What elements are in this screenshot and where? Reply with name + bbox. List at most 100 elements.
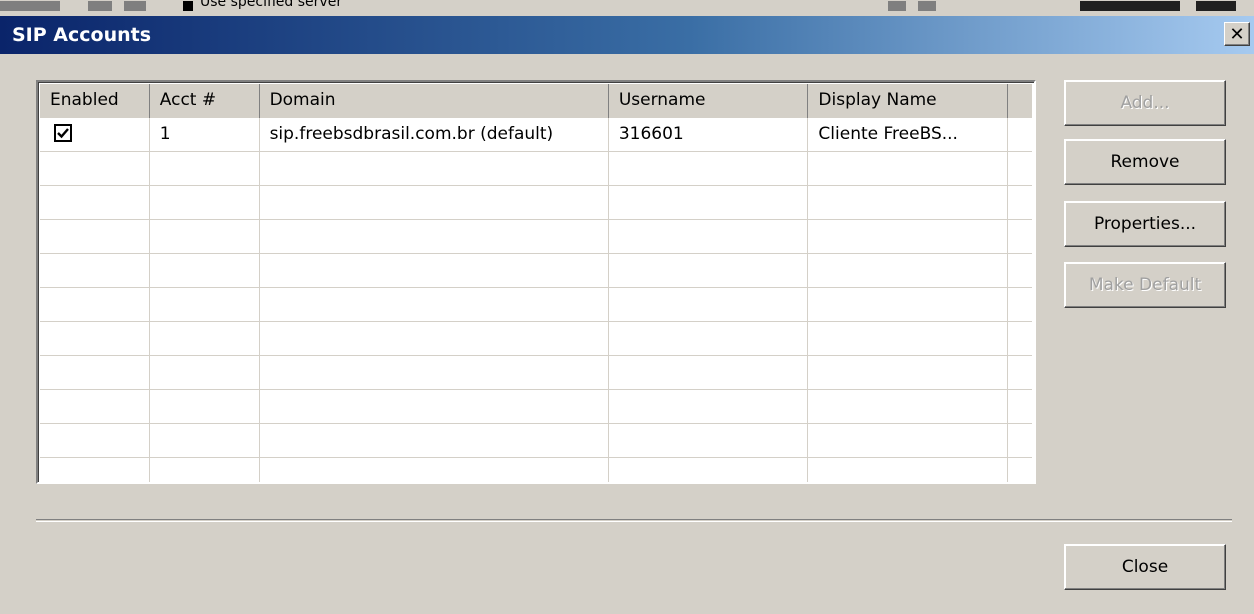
checkmark-icon — [57, 128, 69, 139]
empty-cell — [150, 390, 260, 423]
empty-cell — [1008, 356, 1032, 389]
empty-cell — [260, 356, 609, 389]
empty-cell — [808, 458, 1009, 482]
empty-cell — [808, 254, 1009, 287]
background-fragment-b — [124, 1, 146, 11]
make-default-button[interactable]: Make Default — [1064, 262, 1226, 308]
empty-cell — [260, 152, 609, 185]
empty-cell — [260, 424, 609, 457]
close-button[interactable]: Close — [1064, 544, 1226, 590]
background-window-strip: Use specified server — [0, 0, 1254, 14]
empty-cell — [40, 288, 150, 321]
empty-cell — [808, 322, 1009, 355]
column-header-username[interactable]: Username — [608, 84, 809, 118]
empty-cell — [1008, 424, 1032, 457]
column-header-filler — [1008, 84, 1032, 118]
empty-cell — [150, 458, 260, 482]
background-fragment-text: Use specified server — [200, 0, 343, 10]
remove-button[interactable]: Remove — [1064, 139, 1226, 185]
empty-cell — [40, 152, 150, 185]
empty-row — [40, 254, 1032, 288]
empty-cell — [150, 288, 260, 321]
table-row[interactable]: 1 sip.freebsdbrasil.com.br (default) 316… — [40, 118, 1032, 152]
background-fragment-e — [918, 1, 936, 11]
list-header: Enabled Acct # Domain Username Display N… — [40, 84, 1032, 118]
empty-cell — [150, 152, 260, 185]
empty-cell — [1008, 322, 1032, 355]
empty-cell — [150, 322, 260, 355]
empty-cell — [40, 220, 150, 253]
empty-cell — [808, 152, 1009, 185]
empty-cell — [40, 390, 150, 423]
empty-cell — [808, 390, 1009, 423]
cell-display-name: Cliente FreeBS... — [808, 118, 1009, 151]
enabled-checkbox[interactable] — [54, 124, 72, 142]
empty-cell — [40, 424, 150, 457]
background-fragment-c — [183, 1, 193, 11]
window-close-button[interactable]: ✕ — [1224, 22, 1250, 46]
empty-cell — [609, 254, 809, 287]
empty-row — [40, 356, 1032, 390]
empty-cell — [609, 322, 809, 355]
empty-row — [40, 152, 1032, 186]
empty-row — [40, 390, 1032, 424]
empty-cell — [808, 186, 1009, 219]
empty-cell — [260, 288, 609, 321]
empty-cell — [1008, 152, 1032, 185]
cell-username: 316601 — [608, 118, 809, 151]
empty-cell — [808, 424, 1009, 457]
empty-cell — [808, 288, 1009, 321]
empty-cell — [1008, 254, 1032, 287]
empty-cell — [150, 424, 260, 457]
empty-rows — [40, 152, 1032, 482]
empty-cell — [40, 186, 150, 219]
empty-cell — [260, 390, 609, 423]
close-icon: ✕ — [1229, 24, 1245, 44]
background-fragment-left — [0, 1, 60, 11]
empty-cell — [609, 152, 809, 185]
empty-cell — [609, 356, 809, 389]
cell-filler — [1008, 118, 1032, 151]
empty-cell — [609, 458, 809, 482]
accounts-list[interactable]: Enabled Acct # Domain Username Display N… — [36, 80, 1036, 484]
column-header-acct[interactable]: Acct # — [149, 84, 260, 118]
empty-cell — [609, 424, 809, 457]
empty-cell — [1008, 390, 1032, 423]
empty-cell — [150, 220, 260, 253]
empty-cell — [609, 390, 809, 423]
list-body: 1 sip.freebsdbrasil.com.br (default) 316… — [40, 118, 1032, 482]
empty-cell — [609, 186, 809, 219]
empty-cell — [808, 356, 1009, 389]
empty-row — [40, 220, 1032, 254]
empty-row — [40, 186, 1032, 220]
column-header-display-name[interactable]: Display Name — [808, 84, 1009, 118]
background-fragment-g — [1196, 1, 1236, 11]
column-header-domain[interactable]: Domain — [259, 84, 609, 118]
properties-button[interactable]: Properties... — [1064, 201, 1226, 247]
background-fragment-a — [88, 1, 112, 11]
empty-cell — [1008, 220, 1032, 253]
empty-row — [40, 288, 1032, 322]
empty-cell — [1008, 288, 1032, 321]
empty-cell — [40, 254, 150, 287]
empty-cell — [40, 356, 150, 389]
cell-enabled — [40, 118, 150, 151]
empty-cell — [1008, 458, 1032, 482]
empty-cell — [40, 322, 150, 355]
column-header-enabled[interactable]: Enabled — [40, 84, 150, 118]
cell-domain: sip.freebsdbrasil.com.br (default) — [259, 118, 609, 151]
background-fragment-d — [888, 1, 906, 11]
empty-cell — [150, 186, 260, 219]
cell-acct: 1 — [149, 118, 260, 151]
empty-cell — [40, 458, 150, 482]
add-button[interactable]: Add... — [1064, 80, 1226, 126]
separator — [36, 519, 1232, 522]
background-fragment-f — [1080, 1, 1180, 11]
empty-cell — [609, 288, 809, 321]
empty-cell — [260, 220, 609, 253]
empty-cell — [260, 322, 609, 355]
empty-cell — [260, 254, 609, 287]
empty-cell — [808, 220, 1009, 253]
empty-row — [40, 424, 1032, 458]
empty-cell — [150, 356, 260, 389]
